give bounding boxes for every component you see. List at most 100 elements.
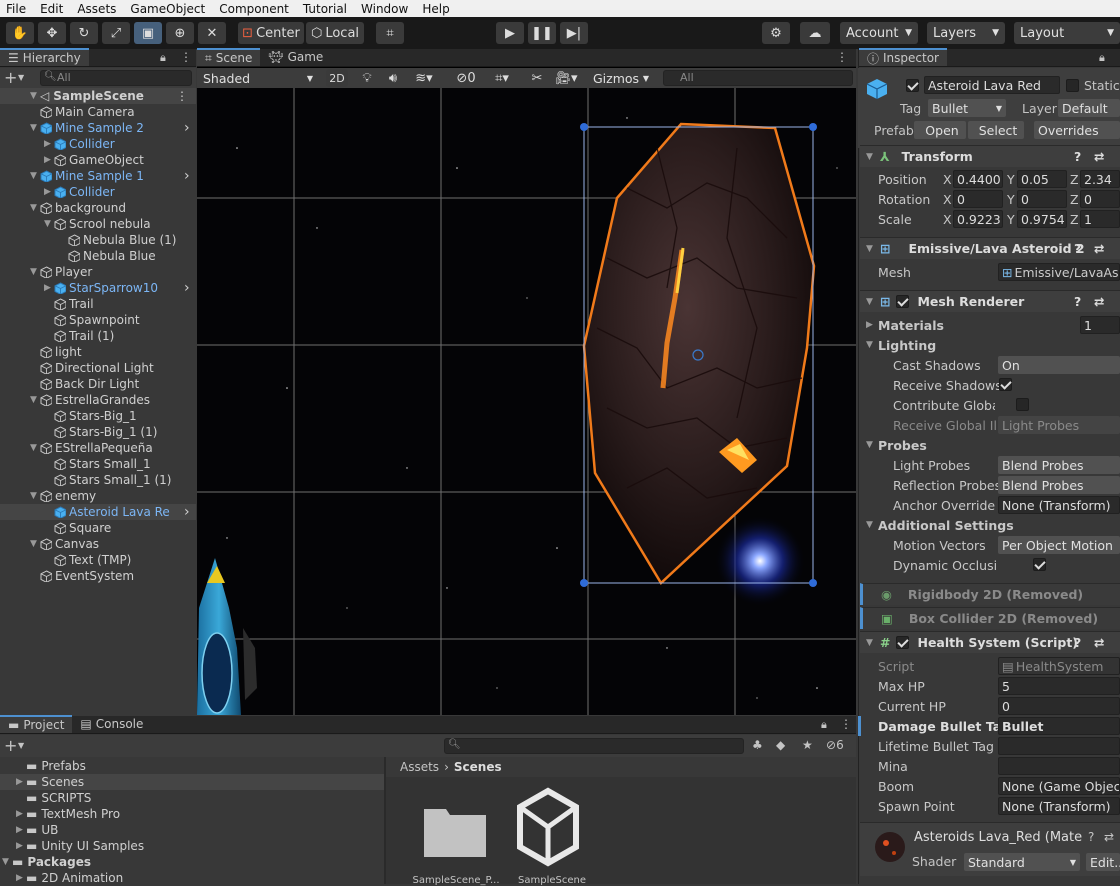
help-icon[interactable]: ? [1074, 294, 1081, 309]
filter-type-icon[interactable]: ♣ [752, 738, 763, 752]
collab-icon[interactable]: ⚙ [762, 22, 790, 44]
hierarchy-item[interactable]: Directional Light [0, 360, 196, 376]
fold-arrow-icon[interactable]: ▼ [30, 491, 40, 501]
settings-icon[interactable]: ⇄ [1094, 149, 1104, 164]
hierarchy-item[interactable]: Spawnpoint [0, 312, 196, 328]
lock-icon[interactable]: 🔒︎ [1099, 51, 1105, 65]
project-folder-item[interactable]: ▬ Prefabs [0, 758, 384, 774]
motion-vectors-dropdown[interactable]: Per Object Motion [998, 536, 1120, 554]
fold-arrow-icon[interactable]: ▼ [44, 219, 54, 229]
transform-scale-y-field[interactable]: 0.9754 [1017, 210, 1067, 228]
play-icon[interactable]: ▶ [496, 22, 524, 44]
hierarchy-search-input[interactable]: All [40, 70, 192, 86]
custom-tool-icon[interactable]: ✕ [198, 22, 226, 44]
project-folder-item[interactable]: ▶ ▬ TextMesh Pro [0, 806, 384, 822]
hidden-objects-icon[interactable]: ⊘ 0 [451, 69, 481, 87]
prefab-overrides-dropdown[interactable]: Overrides [1034, 121, 1120, 139]
prefab-select-button[interactable]: Select [968, 121, 1024, 139]
help-icon[interactable]: ? [1074, 149, 1081, 164]
chevron-down-icon[interactable]: ▼ [18, 73, 24, 82]
transform-position-z-field[interactable]: 2.34 [1080, 170, 1120, 188]
lock-icon[interactable]: 🔒︎ [160, 51, 166, 65]
layer-dropdown[interactable]: Default [1058, 99, 1120, 117]
fold-arrow-icon[interactable]: ▼ [30, 539, 40, 549]
hand-tool-icon[interactable]: ✋ [6, 22, 34, 44]
health-system-header[interactable]: ▼ # Health System (Script) ? ⇄ [860, 631, 1120, 653]
fold-arrow-icon[interactable]: ▶ [44, 187, 54, 197]
hierarchy-item[interactable]: ▼ EstrellaGrandes [0, 392, 196, 408]
project-folder-item[interactable]: ▶ ▬ Unity UI Samples [0, 838, 384, 854]
fold-arrow-icon[interactable]: ▶ [16, 841, 26, 851]
transform-rotation-z-field[interactable]: 0 [1080, 190, 1120, 208]
fold-arrow-icon[interactable]: ▶ [44, 155, 54, 165]
tab-scene[interactable]: ⌗ Scene [197, 48, 261, 66]
settings-icon[interactable]: ⇄ [1094, 294, 1104, 309]
additional-settings-section[interactable]: ▼ Additional Settings [860, 515, 1014, 535]
asset-folder-item[interactable] [422, 803, 488, 857]
mesh-renderer-header[interactable]: ▼ ⊞ Mesh Renderer ? ⇄ [860, 290, 1120, 312]
more-menu-icon[interactable]: ⋮ [176, 89, 188, 103]
lighting-section[interactable]: ▼ Lighting [860, 335, 936, 355]
step-icon[interactable]: ▶| [560, 22, 588, 44]
static-checkbox[interactable] [1066, 79, 1079, 92]
rotate-tool-icon[interactable]: ↻ [70, 22, 98, 44]
pause-icon[interactable]: ❚❚ [528, 22, 556, 44]
help-icon[interactable]: ? [1074, 241, 1081, 256]
add-icon[interactable]: + [4, 68, 17, 87]
hierarchy-item[interactable]: Back Dir Light [0, 376, 196, 392]
lighting-toggle-icon[interactable]: 💡︎ [357, 69, 377, 87]
menu-file[interactable]: File [0, 2, 34, 16]
grid-snap-icon[interactable]: ⌗ [376, 22, 404, 44]
settings-icon[interactable]: ⇄ [1094, 635, 1104, 650]
reflection-probes-dropdown[interactable]: Blend Probes [998, 476, 1120, 494]
transform-tool-icon[interactable]: ⊕ [166, 22, 194, 44]
tab-console[interactable]: ▤ Console [72, 715, 151, 733]
hierarchy-item[interactable]: Square [0, 520, 196, 536]
fold-arrow-icon[interactable]: ▶ [16, 809, 26, 819]
shading-mode-dropdown[interactable]: Shaded ▼ [199, 69, 317, 87]
account-dropdown[interactable]: Account ▼ [840, 22, 918, 44]
help-icon[interactable]: ? [1074, 635, 1081, 650]
shader-dropdown[interactable]: Standard ▼ [964, 853, 1080, 871]
hierarchy-item[interactable]: ▶ Collider [0, 136, 196, 152]
transform-scale-x-field[interactable]: 0.9223 [953, 210, 1003, 228]
receive-shadows-checkbox[interactable] [999, 378, 1012, 391]
tab-game[interactable]: 👾︎ Game [260, 48, 331, 66]
more-menu-icon[interactable]: ⋮ [180, 50, 192, 64]
hierarchy-item[interactable]: EventSystem [0, 568, 196, 584]
hierarchy-item[interactable]: Trail [0, 296, 196, 312]
axis-z-label[interactable]: Z [1070, 169, 1079, 189]
layout-dropdown[interactable]: Layout ▼ [1014, 22, 1120, 44]
hierarchy-item[interactable]: ▶ Collider [0, 184, 196, 200]
menu-window[interactable]: Window [355, 2, 416, 16]
mesh-renderer-checkbox[interactable] [896, 295, 910, 308]
active-checkbox[interactable] [906, 79, 919, 92]
mesh-field[interactable]: ⊞ Emissive/LavaAs [998, 263, 1120, 281]
hierarchy-item[interactable]: ▼ EStrellaPequeña [0, 440, 196, 456]
menu-assets[interactable]: Assets [71, 2, 124, 16]
lock-icon[interactable]: 🔒︎ [821, 718, 827, 732]
lifetime-bullet-tag-field[interactable] [998, 737, 1120, 755]
player-ship[interactable] [197, 558, 257, 715]
hierarchy-item[interactable]: ▼ Canvas [0, 536, 196, 552]
grid-toggle-icon[interactable]: ⌗▾ [485, 69, 519, 87]
menu-component[interactable]: Component [213, 2, 297, 16]
fold-arrow-icon[interactable]: ▼ [30, 267, 40, 277]
object-name-field[interactable]: Asteroid Lava Red [924, 76, 1060, 94]
transform-rotation-y-field[interactable]: 0 [1017, 190, 1067, 208]
damage-bullet-tag-field[interactable]: Bullet [998, 717, 1120, 735]
hierarchy-item[interactable]: Text (TMP) [0, 552, 196, 568]
dynamic-occlusion-checkbox[interactable] [1032, 558, 1046, 571]
settings-icon[interactable]: ⇄ [1094, 241, 1104, 256]
pivot-center-button[interactable]: ⊡ Center [238, 22, 304, 44]
menu-tutorial[interactable]: Tutorial [297, 2, 355, 16]
fold-arrow-icon[interactable]: ▼ [30, 203, 40, 213]
transform-header[interactable]: ▼ ⅄ Transform ? ⇄ [860, 145, 1120, 167]
axis-x-label[interactable]: X [943, 169, 952, 189]
asset-scene-item[interactable] [514, 787, 582, 867]
transform-rotation-x-field[interactable]: 0 [953, 190, 1003, 208]
scale-tool-icon[interactable]: ⤢ [102, 22, 130, 44]
hierarchy-item[interactable]: Nebula Blue [0, 248, 196, 264]
chevron-right-icon[interactable]: › [184, 168, 190, 184]
hierarchy-item[interactable]: ▼ Mine Sample 1 › [0, 168, 196, 184]
